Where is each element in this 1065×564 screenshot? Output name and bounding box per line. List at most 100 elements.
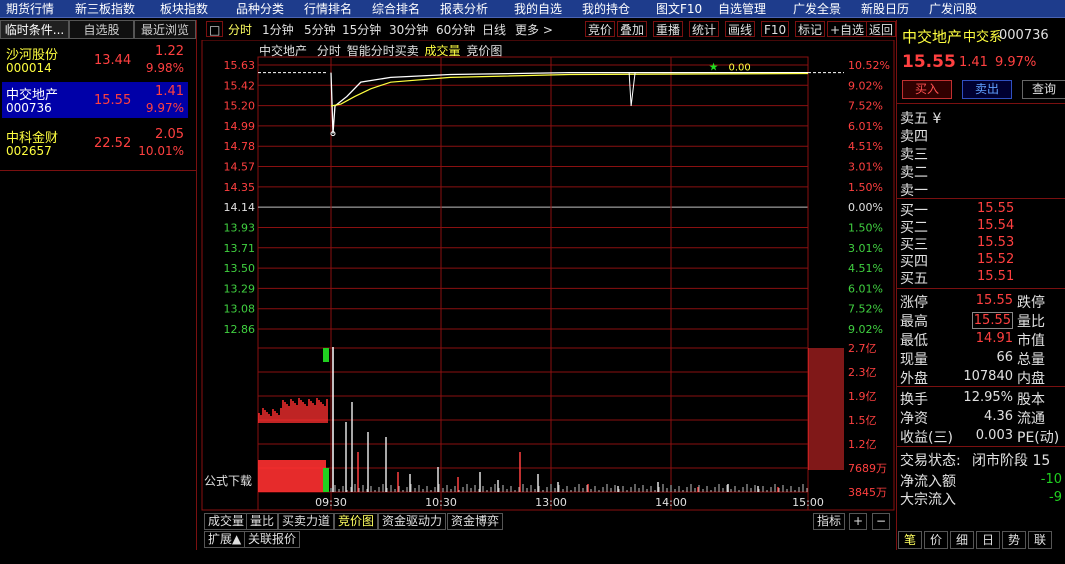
price-tick: 13.50	[224, 262, 256, 275]
divider	[897, 386, 1065, 387]
detail-tab-4[interactable]: 势	[1002, 531, 1026, 549]
menu-item-3[interactable]: 品种分类	[236, 0, 284, 18]
menu-item-0[interactable]: 期货行情	[6, 0, 54, 18]
menu-item-6[interactable]: 报表分析	[440, 0, 488, 18]
stock-change: 1.41	[155, 84, 184, 99]
stat-value: 15.55	[971, 312, 1013, 329]
tool-button-7[interactable]: +自选	[827, 21, 868, 37]
pct-tick: 1.50%	[848, 181, 883, 194]
price-tick: 14.35	[224, 181, 256, 194]
stock-price: 15.55	[94, 93, 132, 108]
tool-button-2[interactable]: 重播	[653, 21, 684, 37]
period-tab-4[interactable]: 30分钟	[389, 22, 428, 38]
zoom-out-button[interactable]: −	[872, 513, 891, 530]
tab-temp-condition[interactable]: 临时条件...	[0, 20, 69, 39]
avg-price-line	[330, 72, 809, 107]
stock-row[interactable]: 沙河股份 000014 13.44 1.22 9.98%	[2, 42, 188, 78]
period-tab-0[interactable]: 分时	[228, 22, 252, 38]
detail-tab-2[interactable]: 细	[950, 531, 974, 549]
time-tick: 09:30	[315, 496, 347, 509]
tool-button-3[interactable]: 统计	[689, 21, 720, 37]
detail-tab-1[interactable]: 价	[924, 531, 948, 549]
tab-fund-drive[interactable]: 资金驱动力	[378, 513, 447, 530]
tool-button-5[interactable]: F10	[761, 21, 790, 37]
period-tab-7[interactable]: 更多 >	[515, 22, 553, 38]
stat-label-right: 跌停	[1017, 295, 1045, 311]
stock-code: 000014	[6, 61, 52, 75]
quote-price: 15.55	[902, 52, 956, 72]
intraday-chart[interactable]: 15.63 15.42 15.20 14.99 14.78 14.57 14.35 14.14…	[200, 40, 896, 530]
menu-item-8[interactable]: 我的持仓	[582, 0, 630, 18]
related-quotes-button[interactable]: 关联报价	[244, 531, 301, 548]
menu-item-13[interactable]: 广发问股	[929, 0, 977, 18]
price-dip	[628, 72, 636, 107]
pct-tick: 7.52%	[848, 303, 883, 316]
auction-volume-green	[323, 468, 329, 492]
buy-button[interactable]: 买入	[902, 80, 952, 99]
stat-label: 现量	[900, 352, 928, 368]
tool-button-6[interactable]: 标记	[795, 21, 826, 37]
chart-frame	[201, 40, 895, 511]
detail-tab-5[interactable]: 联	[1028, 531, 1052, 549]
stock-change: 2.05	[155, 127, 184, 142]
stock-list-panel: 临时条件... 自选股 最近浏览 沙河股份 000014 13.44 1.22 …	[0, 20, 197, 550]
stat-value: 107840	[963, 369, 1013, 384]
tab-watchlist[interactable]: 自选股	[69, 20, 134, 39]
chart-toolbar: □ 分时 1分钟 5分钟 15分钟 30分钟 60分钟 日线 更多 > 竞价 叠加 重播 统计 画线 F1…	[204, 20, 897, 40]
menu-item-7[interactable]: 我的自选	[514, 0, 562, 18]
tool-button-1[interactable]: 叠加	[617, 21, 648, 37]
auction-volume-block	[258, 460, 326, 492]
stock-pct: 9.98%	[145, 61, 184, 75]
formula-download-button[interactable]: 公式下载	[204, 472, 257, 490]
menu-item-1[interactable]: 新三板指数	[75, 0, 135, 18]
tool-button-0[interactable]: 竞价	[585, 21, 616, 37]
tab-buy-sell-force[interactable]: 买卖力道	[278, 513, 335, 530]
stock-change: 1.22	[155, 44, 184, 59]
menu-item-11[interactable]: 广发全景	[793, 0, 841, 18]
menu-item-4[interactable]: 行情排名	[304, 0, 352, 18]
tab-volume[interactable]: 成交量	[204, 513, 249, 530]
menu-item-9[interactable]: 图文F10	[656, 0, 702, 18]
list-divider	[0, 170, 196, 171]
bid-price: 15.54	[977, 218, 1015, 233]
menu-item-2[interactable]: 板块指数	[160, 0, 208, 18]
query-button[interactable]: 查询	[1022, 80, 1065, 99]
detail-tab-0[interactable]: 笔	[898, 531, 922, 549]
price-tick: 14.57	[224, 161, 256, 174]
period-tab-3[interactable]: 15分钟	[342, 22, 381, 38]
expand-button[interactable]: 扩展▲	[204, 531, 246, 548]
period-tab-1[interactable]: 1分钟	[262, 22, 294, 38]
stat-label: 收益(三)	[900, 430, 953, 446]
period-tab-6[interactable]: 日线	[482, 22, 506, 38]
vol-tick: 2.7亿	[848, 342, 877, 355]
stock-row[interactable]: 中科金财 002657 22.52 2.05 10.01%	[2, 125, 188, 161]
pct-tick: 6.01%	[848, 282, 883, 295]
divider	[897, 198, 1065, 199]
zoom-in-button[interactable]: +	[849, 513, 868, 530]
tab-volume-ratio[interactable]: 量比	[246, 513, 279, 530]
bid-label: 买五	[900, 271, 928, 287]
period-tab-2[interactable]: 5分钟	[304, 22, 336, 38]
menu-item-10[interactable]: 自选管理	[718, 0, 766, 18]
stat-label: 最高	[900, 314, 928, 330]
tab-recent[interactable]: 最近浏览	[134, 20, 196, 39]
tool-button-4[interactable]: 画线	[725, 21, 756, 37]
indicator-button[interactable]: 指标	[813, 513, 846, 530]
bid-price: 15.52	[977, 252, 1015, 267]
period-tab-5[interactable]: 60分钟	[436, 22, 475, 38]
sell-button[interactable]: 卖出	[962, 80, 1012, 99]
vol-tick: 1.9亿	[848, 390, 877, 403]
ask-label: 卖三	[900, 147, 928, 163]
tab-auction-chart[interactable]: 竞价图	[334, 513, 379, 530]
price-tick: 14.78	[224, 140, 256, 153]
price-tick: 13.08	[224, 303, 256, 316]
stock-row-selected[interactable]: 中交地产 000736 15.55 1.41 9.97%	[2, 82, 188, 118]
tab-fund-game[interactable]: 资金博弈	[447, 513, 504, 530]
menu-item-12[interactable]: 新股日历	[861, 0, 909, 18]
collapse-left-button[interactable]: □	[206, 21, 224, 37]
menu-item-5[interactable]: 综合排名	[372, 0, 420, 18]
pct-tick: 3.01%	[848, 161, 883, 174]
detail-tab-3[interactable]: 日	[976, 531, 1000, 549]
trade-state-label: 交易状态:	[900, 453, 961, 469]
tool-button-8[interactable]: 返回	[866, 21, 897, 37]
